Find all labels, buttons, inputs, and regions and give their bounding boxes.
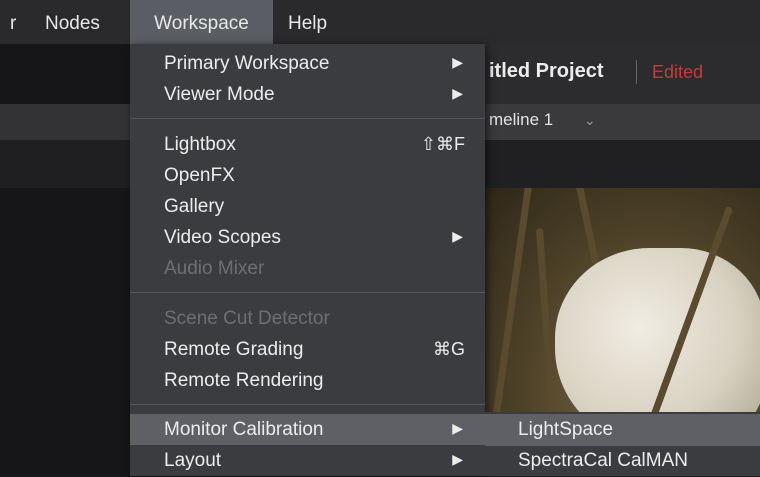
viewer-toolbar (485, 140, 760, 188)
submenu-arrow-icon: ▶ (452, 420, 463, 436)
project-title: itled Project (489, 60, 604, 82)
timeline-selector[interactable]: meline 1 (489, 110, 553, 130)
menu-item-video-scopes[interactable]: Video Scopes ▶ (130, 222, 485, 253)
menu-item-label: Remote Rendering (164, 370, 324, 391)
menu-item-label: Monitor Calibration (164, 419, 324, 440)
menu-item-remote-rendering[interactable]: Remote Rendering (130, 365, 485, 396)
left-panel-toolbar (0, 140, 130, 188)
title-divider (636, 60, 637, 84)
workspace-menu: Primary Workspace ▶ Viewer Mode ▶ Lightb… (130, 44, 485, 476)
menu-item-label: Scene Cut Detector (164, 308, 330, 329)
edited-status: Edited (652, 62, 704, 82)
menu-item-primary-workspace[interactable]: Primary Workspace ▶ (130, 48, 485, 79)
menu-item-shortcut: ⌘G (432, 339, 465, 359)
menu-item-shortcut: ⇧⌘F (420, 134, 465, 154)
menu-help[interactable]: Help (288, 0, 327, 44)
submenu-item-label: SpectraCal CalMAN (518, 450, 688, 471)
menu-item-lightbox[interactable]: Lightbox ⇧⌘F (130, 129, 485, 160)
menu-item-gallery[interactable]: Gallery (130, 191, 485, 222)
menu-item-audio-mixer: Audio Mixer (130, 253, 485, 284)
left-panel (0, 44, 130, 476)
menu-nodes[interactable]: Nodes (45, 0, 100, 44)
menu-item-label: Remote Grading (164, 339, 304, 360)
submenu-item-spectracal-calman[interactable]: SpectraCal CalMAN (485, 445, 760, 477)
menu-item-viewer-mode[interactable]: Viewer Mode ▶ (130, 79, 485, 110)
menu-separator (130, 118, 485, 119)
menu-item-remote-grading[interactable]: Remote Grading ⌘G (130, 334, 485, 365)
submenu-arrow-icon: ▶ (452, 228, 463, 244)
submenu-arrow-icon: ▶ (452, 54, 463, 70)
menu-bar-item-partial[interactable]: r (10, 0, 16, 44)
menu-separator (130, 404, 485, 405)
menu-item-monitor-calibration[interactable]: Monitor Calibration ▶ (130, 414, 485, 445)
left-panel-header (0, 104, 130, 140)
menu-item-label: Primary Workspace (164, 53, 330, 74)
menu-bar: r Nodes Workspace Help (0, 0, 760, 44)
menu-item-openfx[interactable]: OpenFX (130, 160, 485, 191)
menu-item-label: Lightbox (164, 134, 236, 155)
menu-item-label: Layout (164, 450, 222, 471)
menu-item-label: Audio Mixer (164, 258, 265, 279)
menu-item-layout[interactable]: Layout ▶ (130, 445, 485, 476)
menu-item-label: OpenFX (164, 165, 235, 186)
submenu-item-lightspace[interactable]: LightSpace (485, 414, 760, 446)
submenu-arrow-icon: ▶ (452, 85, 463, 101)
menu-item-label: Video Scopes (164, 227, 281, 248)
submenu-item-label: LightSpace (518, 419, 614, 440)
menu-item-label: Gallery (164, 196, 225, 217)
monitor-calibration-submenu: LightSpace SpectraCal CalMAN (485, 412, 760, 476)
menu-separator (130, 292, 485, 293)
menu-item-scene-cut-detector: Scene Cut Detector (130, 303, 485, 334)
submenu-arrow-icon: ▶ (452, 451, 463, 467)
chevron-down-icon[interactable]: ⌄ (584, 112, 596, 129)
menu-workspace[interactable]: Workspace (130, 0, 273, 44)
menu-item-label: Viewer Mode (164, 84, 275, 105)
